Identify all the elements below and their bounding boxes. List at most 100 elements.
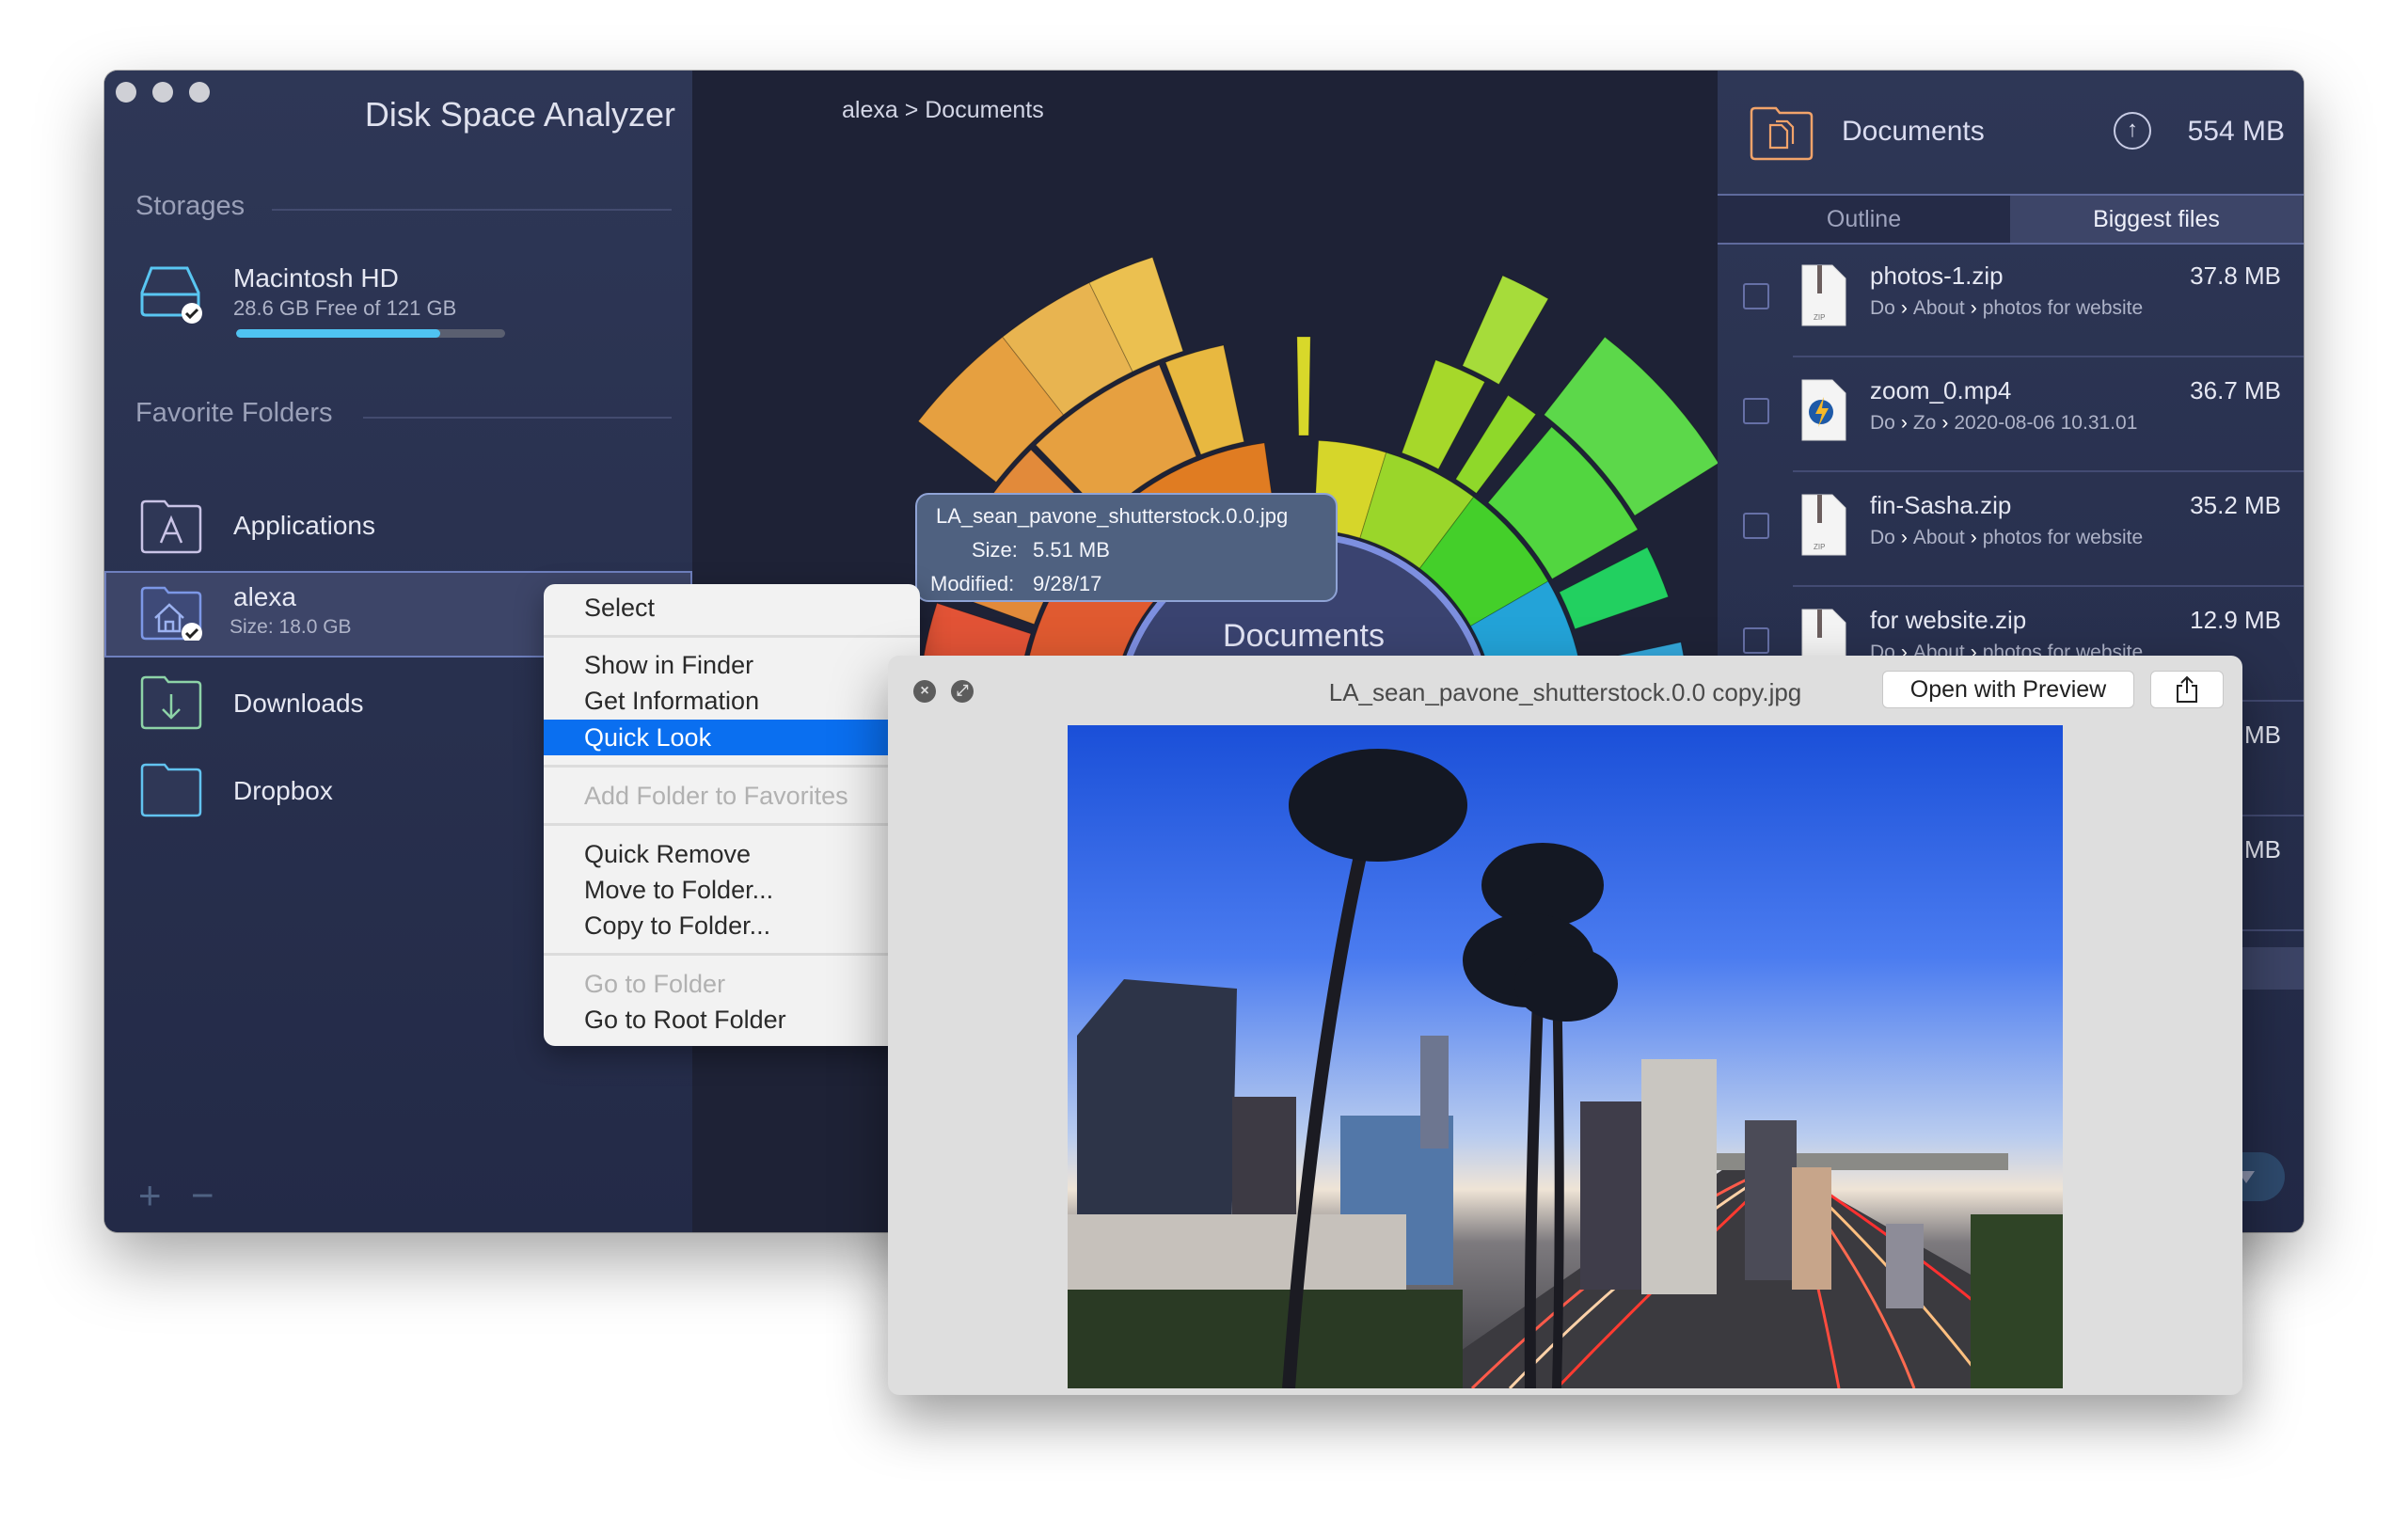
- menu-separator: [544, 635, 920, 638]
- add-favorite-button[interactable]: +: [138, 1176, 162, 1215]
- applications-folder-icon: [140, 499, 202, 554]
- path-chevron-icon: ›: [1900, 297, 1908, 319]
- menu-item-copy-to-folder[interactable]: Copy to Folder...: [544, 908, 920, 943]
- file-name: photos-1.zip: [1870, 261, 2004, 290]
- storages-heading: Storages: [135, 191, 246, 221]
- sidebar-item-label: Downloads: [233, 689, 364, 718]
- path-chevron-icon: ›: [1970, 527, 1977, 548]
- app-title: Disk Space Analyzer: [364, 95, 675, 134]
- tab-outline[interactable]: Outline: [1718, 196, 2010, 243]
- remove-favorite-button[interactable]: −: [191, 1176, 214, 1215]
- go-up-button[interactable]: ↑: [2114, 112, 2151, 150]
- sidebar-item-label: Dropbox: [233, 776, 333, 805]
- sunburst-center-label: Documents: [1223, 618, 1385, 654]
- file-path: Do › Zo › 2020-08-06 10.31.01: [1870, 412, 2137, 435]
- sidebar-item-label: alexa: [233, 582, 296, 611]
- divider: [363, 417, 672, 419]
- divider: [272, 209, 672, 211]
- close-window-button[interactable]: [116, 82, 136, 103]
- menu-item-go-to-root-folder[interactable]: Go to Root Folder: [544, 1002, 920, 1038]
- file-size: 37.8 MB: [2190, 261, 2281, 290]
- quick-look-window: × ⤢ LA_sean_pavone_shutterstock.0.0 copy…: [888, 656, 2242, 1395]
- tooltip-file-name: LA_sean_pavone_shutterstock.0.0.jpg: [936, 504, 1289, 528]
- path-segment: photos for website: [1982, 527, 2144, 548]
- menu-item-move-to-folder[interactable]: Move to Folder...: [544, 872, 920, 908]
- menu-item-get-information[interactable]: Get Information: [544, 683, 920, 719]
- downloads-folder-icon: [140, 675, 202, 730]
- file-select-checkbox[interactable]: [1743, 398, 1769, 424]
- open-with-preview-button[interactable]: Open with Preview: [1882, 671, 2134, 708]
- share-icon: [2177, 675, 2197, 703]
- file-select-checkbox[interactable]: [1743, 513, 1769, 539]
- documents-folder-icon: [1750, 106, 1814, 161]
- file-name: fin-Sasha.zip: [1870, 491, 2012, 519]
- file-select-checkbox[interactable]: [1743, 283, 1769, 309]
- path-chevron-icon: ›: [1900, 527, 1908, 548]
- storage-usage-bar: [236, 329, 505, 338]
- path-segment: Do: [1870, 412, 1895, 434]
- file-row[interactable]: ZIP fin-Sasha.zip 35.2 MB Do › About › photos f…: [1718, 472, 2304, 587]
- segment-tooltip: LA_sean_pavone_shutterstock.0.0.jpg Size…: [915, 493, 1338, 602]
- path-chevron-icon: ›: [1900, 412, 1908, 434]
- file-row[interactable]: zoom_0.mp4 36.7 MB Do › Zo › 2020-08-06 10.31.…: [1718, 357, 2304, 472]
- sunburst-segment-ring2[interactable]: [1296, 336, 1311, 436]
- file-size: MB: [2244, 721, 2281, 749]
- file-row[interactable]: ZIP photos-1.zip 37.8 MB Do › About › photos fo…: [1718, 243, 2304, 357]
- menu-separator: [544, 953, 920, 956]
- menu-separator: [544, 765, 920, 768]
- tooltip-modified-value: 9/28/17: [1033, 572, 1102, 595]
- path-segment: Do: [1870, 297, 1895, 319]
- home-folder-icon: [140, 586, 202, 641]
- file-name: zoom_0.mp4: [1870, 376, 2012, 404]
- view-tabs: Outline Biggest files: [1718, 194, 2304, 245]
- path-segment: About: [1912, 297, 1965, 319]
- tooltip-size-value: 5.51 MB: [1033, 538, 1110, 562]
- minimize-window-button[interactable]: [152, 82, 173, 103]
- menu-item-add-folder-to-favorites[interactable]: Add Folder to Favorites: [544, 778, 920, 814]
- svg-text:ZIP: ZIP: [1814, 313, 1825, 322]
- menu-item-quick-look[interactable]: Quick Look: [544, 720, 920, 755]
- current-folder-size: 554 MB: [2187, 116, 2285, 147]
- storage-free-space: 28.6 GB Free of 121 GB: [233, 296, 457, 320]
- folder-size: Size: 18.0 GB: [230, 616, 352, 638]
- share-button[interactable]: [2150, 671, 2224, 708]
- hard-drive-icon: [140, 266, 202, 324]
- file-select-checkbox[interactable]: [1743, 627, 1769, 654]
- path-segment: Zo: [1912, 412, 1937, 434]
- storage-usage-fill: [236, 329, 441, 338]
- file-size: MB: [2244, 835, 2281, 863]
- tab-biggest-files[interactable]: Biggest files: [2010, 196, 2303, 243]
- menu-item-go-to-folder[interactable]: Go to Folder: [544, 966, 920, 1002]
- path-chevron-icon: ›: [1970, 297, 1977, 319]
- image-preview: [1068, 725, 2063, 1388]
- path-segment: photos for website: [1982, 297, 2144, 319]
- menu-item-show-in-finder[interactable]: Show in Finder: [544, 647, 920, 683]
- zoom-window-button[interactable]: [189, 82, 210, 103]
- file-size: 35.2 MB: [2190, 491, 2281, 519]
- file-size: 36.7 MB: [2190, 376, 2281, 404]
- current-folder-title: Documents: [1842, 116, 1985, 147]
- file-path: Do › About › photos for website: [1870, 527, 2143, 549]
- tooltip-modified-label: Modified:: [930, 572, 1015, 595]
- sidebar-item-label: Applications: [233, 511, 375, 540]
- path-segment: About: [1912, 527, 1965, 548]
- menu-item-select[interactable]: Select: [544, 590, 920, 626]
- dropbox-folder-icon: [140, 763, 202, 817]
- svg-text:ZIP: ZIP: [1814, 543, 1825, 551]
- favorite-folders-heading: Favorite Folders: [135, 398, 333, 428]
- storage-name: Macintosh HD: [233, 263, 399, 293]
- sunburst-segment-ring3[interactable]: [1462, 275, 1549, 386]
- path-segment: Do: [1870, 527, 1895, 548]
- tooltip-size-label: Size:: [972, 538, 1018, 562]
- file-size: 12.9 MB: [2190, 606, 2281, 634]
- city-skyline-photo: [1068, 749, 2063, 1388]
- menu-separator: [544, 823, 920, 826]
- file-path: Do › About › photos for website: [1870, 297, 2143, 320]
- video-file-icon: [1801, 379, 1846, 441]
- path-chevron-icon: ›: [1941, 412, 1949, 434]
- context-menu: Select Show in Finder Get Information Qu…: [544, 584, 920, 1046]
- file-name: for website.zip: [1870, 606, 2027, 634]
- zip-file-icon: ZIP: [1801, 264, 1846, 326]
- menu-item-quick-remove[interactable]: Quick Remove: [544, 836, 920, 872]
- sidebar-item-applications[interactable]: Applications: [104, 484, 692, 571]
